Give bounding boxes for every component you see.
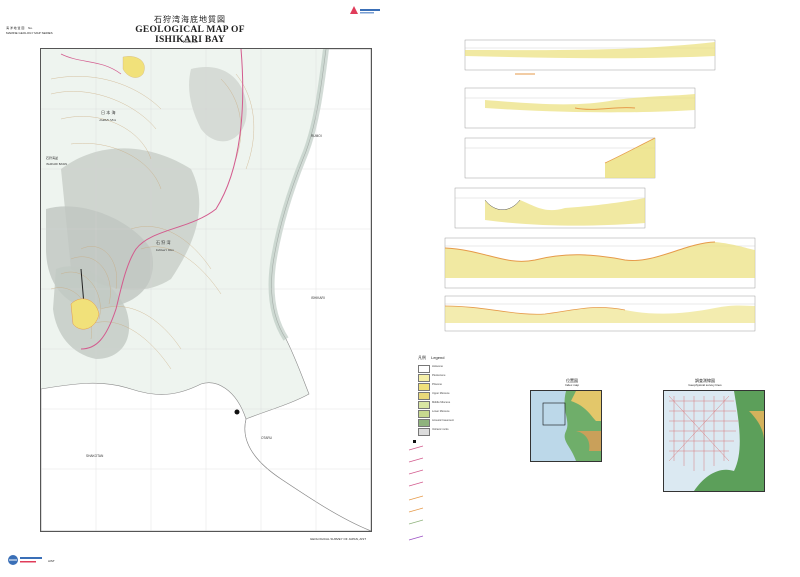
map-scale: 1:200,000: [182, 40, 198, 44]
series-label-en: MARINE GEOLOGY MAP SERIES: [6, 31, 53, 35]
aist-logo: [348, 3, 388, 15]
index-map: [530, 390, 602, 462]
publisher: GEOLOGICAL SURVEY OF JAPAN, AIST: [310, 537, 367, 541]
legend-swatch: [418, 365, 430, 373]
legend-item: Pleistocene: [418, 374, 508, 383]
survey-map: [663, 390, 765, 492]
legend-item: Upper Miocene: [418, 392, 508, 401]
legend-swatch: [418, 401, 430, 409]
legend-label: Acoustic basement: [432, 419, 454, 422]
legend-swatch: [418, 374, 430, 382]
otaru-label: OTARU: [261, 436, 273, 440]
legend-swatch: [418, 419, 430, 427]
basin-label-jp: 石狩海盆: [46, 155, 58, 160]
legend-item: Acoustic basement: [418, 419, 508, 428]
legend-swatch: [418, 392, 430, 400]
legend-item: Pliocene: [418, 383, 508, 392]
legend-title: 凡例 Legend: [418, 355, 445, 360]
legend-label: Middle Miocene: [432, 401, 451, 404]
ishikari-city-label: ISHIKARI: [311, 296, 325, 300]
map-title-jp: 石狩湾海底地質図: [154, 15, 226, 24]
legend-swatch: [418, 383, 430, 391]
rumoi-label: RUMOI: [311, 134, 322, 138]
legend-swatch: [418, 428, 430, 436]
main-map: 日 本 海 JAPAN SEA 石 狩 湾 Ishikari Wan 石狩海盆 …: [40, 48, 372, 532]
legend-label: Volcanic rocks: [432, 428, 449, 431]
legend-label: Upper Miocene: [432, 392, 450, 395]
legend-label: Pliocene: [432, 383, 442, 386]
legend-item: Holocene: [418, 365, 508, 374]
survey-map-subtitle: Geophysical survey lines: [688, 383, 722, 387]
legend-swatch: [418, 410, 430, 418]
legend-label: Holocene: [432, 365, 443, 368]
ishikari-bay-label-en: Ishikari Wan: [155, 248, 174, 252]
basin-label-en: ISHIKARI BASIN: [46, 162, 67, 166]
legend-item: Middle Miocene: [418, 401, 508, 410]
legend-item: Volcanic rocks: [418, 428, 508, 437]
cross-sections: [425, 38, 785, 338]
japan-sea-label-jp: 日 本 海: [101, 109, 116, 115]
japan-sea-label-en: JAPAN SEA: [99, 118, 117, 122]
ishikari-bay-label-jp: 石 狩 湾: [156, 239, 171, 245]
index-map-subtitle: Index map: [564, 383, 579, 387]
footer-logo: [6, 553, 46, 567]
shakotan-label: SHAKOTAN: [86, 454, 104, 458]
footer-logo-text: AIST: [48, 559, 55, 563]
legend-label: Lower Miocene: [432, 410, 450, 413]
legend-item: Lower Miocene: [418, 410, 508, 419]
legend-symbols: [405, 440, 515, 560]
legend-label: Pleistocene: [432, 374, 446, 377]
